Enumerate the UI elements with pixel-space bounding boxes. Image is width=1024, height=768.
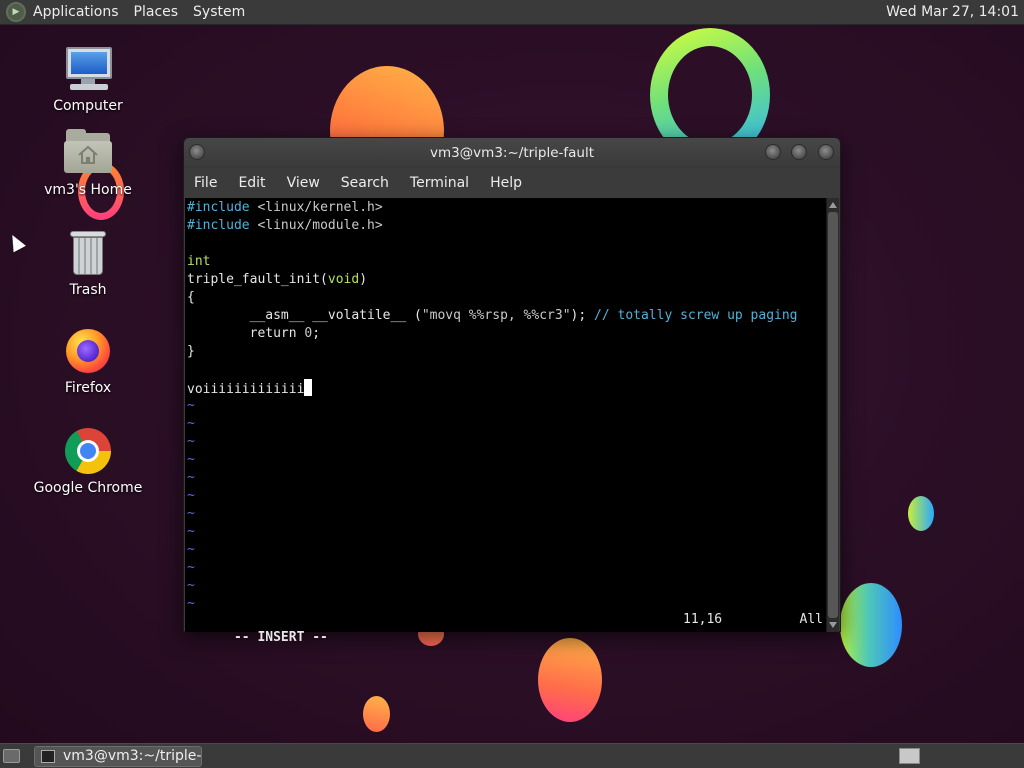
- minimize-icon[interactable]: [765, 144, 781, 160]
- code-line: }: [187, 344, 195, 359]
- desktop-icon-firefox[interactable]: Firefox: [32, 327, 144, 396]
- scroll-up-arrow-icon[interactable]: [829, 202, 837, 208]
- code-line: __asm__ __volatile__ ("movq %%rsp, %%cr3…: [187, 308, 798, 323]
- desktop-icon-computer[interactable]: Computer: [32, 45, 144, 114]
- taskbar-terminal-button[interactable]: vm3@vm3:~/triple-...: [34, 746, 202, 767]
- applications-logo-icon[interactable]: ▶: [6, 2, 26, 22]
- menu-places[interactable]: Places: [134, 4, 179, 20]
- desktop-icon-label: Computer: [53, 98, 123, 114]
- empty-line-marker: ~: [187, 416, 195, 431]
- scroll-position: All: [799, 612, 823, 627]
- wallpaper-blue-blob: [840, 583, 902, 667]
- code-line-cursor: voiiiiiiiiiiiii: [187, 379, 828, 397]
- menu-file[interactable]: File: [194, 175, 217, 191]
- menu-terminal[interactable]: Terminal: [410, 175, 469, 191]
- window-menu-icon[interactable]: [189, 144, 205, 160]
- terminal-text-area[interactable]: #include <linux/kernel.h> #include <linu…: [185, 198, 828, 645]
- desktop-icon-label: Google Chrome: [33, 480, 143, 496]
- desktop-icon-label: vm3's Home: [44, 182, 132, 198]
- panel-clock[interactable]: Wed Mar 27, 14:01: [886, 4, 1019, 20]
- vim-mode-indicator: -- INSERT --: [233, 630, 328, 645]
- terminal-scrollbar[interactable]: [826, 198, 839, 632]
- close-icon[interactable]: [818, 144, 834, 160]
- wallpaper-orange-dot: [363, 696, 390, 732]
- computer-icon: [64, 45, 112, 93]
- terminal-titlebar[interactable]: vm3@vm3:~/triple-fault: [184, 138, 840, 168]
- mouse-pointer-icon: [6, 231, 26, 253]
- menu-system[interactable]: System: [193, 4, 245, 20]
- empty-line-marker: ~: [187, 506, 195, 521]
- scroll-down-arrow-icon[interactable]: [829, 622, 837, 628]
- desktop-icon-label: Trash: [69, 282, 107, 298]
- code-line: int: [187, 254, 211, 269]
- code-line: #include <linux/module.h>: [187, 218, 383, 233]
- wallpaper-orange-blob-bottom: [538, 638, 602, 722]
- maximize-icon[interactable]: [791, 144, 807, 160]
- empty-line-marker: ~: [187, 542, 195, 557]
- home-folder-icon: [64, 129, 112, 177]
- code-line: #include <linux/kernel.h>: [187, 200, 383, 215]
- desktop-icon-home[interactable]: vm3's Home: [32, 129, 144, 198]
- house-icon: [78, 145, 98, 164]
- bottom-panel: vm3@vm3:~/triple-...: [0, 743, 1024, 768]
- scrollbar-thumb[interactable]: [828, 212, 838, 618]
- top-panel: ▶ Applications Places System Wed Mar 27,…: [0, 0, 1024, 25]
- firefox-icon: [64, 327, 112, 375]
- menu-edit[interactable]: Edit: [238, 175, 265, 191]
- trash-icon: [64, 229, 112, 277]
- cursor-position: 11,16: [683, 612, 723, 627]
- chrome-icon: [64, 427, 112, 475]
- taskbar-button-label: vm3@vm3:~/triple-...: [63, 748, 202, 764]
- code-line: return 0;: [187, 326, 321, 341]
- menu-search[interactable]: Search: [341, 175, 389, 191]
- terminal-icon: [41, 750, 55, 763]
- menu-applications[interactable]: Applications: [33, 4, 119, 20]
- empty-line-marker: ~: [187, 434, 195, 449]
- window-title: vm3@vm3:~/triple-fault: [429, 145, 595, 161]
- menu-view[interactable]: View: [287, 175, 320, 191]
- desktop-icon-chrome[interactable]: Google Chrome: [32, 427, 144, 496]
- code-line: {: [187, 290, 195, 305]
- text-cursor: [304, 379, 313, 396]
- vim-status-line: -- INSERT -- 11,16 All: [187, 611, 823, 645]
- workspace-switcher[interactable]: [899, 748, 920, 764]
- wallpaper-small-blob: [908, 496, 934, 531]
- terminal-window[interactable]: vm3@vm3:~/triple-fault File Edit View Se…: [183, 137, 841, 645]
- desktop-icon-label: Firefox: [64, 380, 112, 396]
- empty-line-marker: ~: [187, 560, 195, 575]
- empty-line-marker: ~: [187, 578, 195, 593]
- empty-line-marker: ~: [187, 470, 195, 485]
- empty-line-marker: ~: [187, 524, 195, 539]
- empty-line-marker: ~: [187, 488, 195, 503]
- terminal-menubar: File Edit View Search Terminal Help: [184, 168, 840, 198]
- code-line: triple_fault_init(void): [187, 272, 368, 287]
- empty-line-marker: ~: [187, 452, 195, 467]
- menu-help[interactable]: Help: [490, 175, 522, 191]
- show-desktop-icon[interactable]: [3, 749, 20, 763]
- desktop-icon-trash[interactable]: Trash: [32, 229, 144, 298]
- empty-line-marker: ~: [187, 398, 195, 413]
